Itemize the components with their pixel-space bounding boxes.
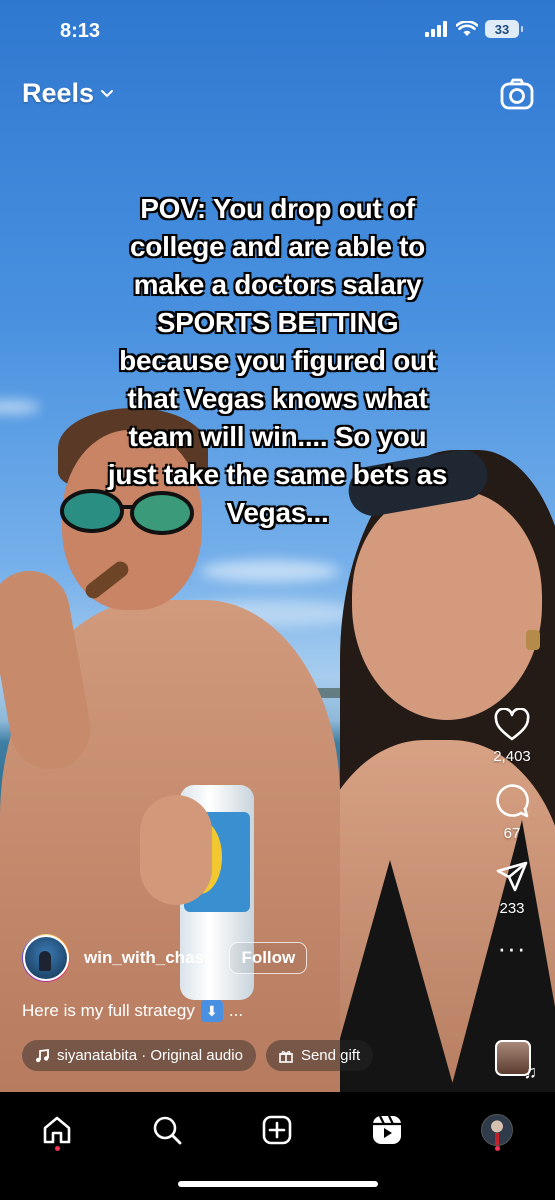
comment-count: 67: [503, 825, 521, 842]
gift-label: Send gift: [300, 1047, 361, 1064]
comment-icon: [496, 784, 529, 818]
like-count: 2,403: [493, 748, 531, 765]
home-indicator: [178, 1181, 378, 1187]
share-button[interactable]: 233: [495, 860, 529, 917]
post-caption[interactable]: Here is my full strategy ⬇ ...: [22, 1000, 243, 1022]
audio-label: siyanatabita · Original audio: [57, 1047, 243, 1064]
more-options-icon[interactable]: ···: [498, 935, 527, 961]
battery-icon: 33: [485, 20, 523, 38]
cellular-signal-icon: [425, 21, 447, 37]
status-icons: 33: [425, 20, 523, 38]
search-icon: [153, 1116, 182, 1145]
reels-feed-selector[interactable]: Reels: [22, 78, 114, 109]
heart-icon: [494, 708, 530, 741]
video-caption-overlay: POV: You drop out of college and are abl…: [107, 193, 448, 528]
send-icon: [496, 861, 528, 892]
nav-profile-notification-dot: [495, 1146, 500, 1151]
caption-ellipsis: ...: [228, 1001, 244, 1020]
gift-icon: [279, 1050, 293, 1063]
author-row: win_with_chase Follow: [22, 934, 308, 982]
author-avatar-story-ring[interactable]: [22, 934, 70, 982]
avatar: [23, 935, 69, 981]
down-arrow-emoji-icon: ⬇: [200, 1000, 223, 1022]
reel-video[interactable]: [0, 0, 555, 1092]
home-icon: [43, 1116, 71, 1144]
send-gift-pill[interactable]: Send gift: [265, 1040, 374, 1071]
nav-home-notification-dot: [55, 1146, 60, 1151]
action-rail: 2,403 67 233 ···: [487, 708, 537, 961]
nav-create[interactable]: [255, 1108, 299, 1152]
music-note-icon: ♫: [523, 1062, 538, 1082]
meta-pills: siyanatabita · Original audio Send gift: [22, 1040, 374, 1071]
page-title: Reels: [22, 78, 95, 108]
hand: [140, 795, 212, 905]
author-username[interactable]: win_with_chase: [84, 948, 213, 968]
comment-button[interactable]: 67: [494, 783, 530, 842]
reels-header: Reels: [0, 74, 555, 118]
nav-search[interactable]: [145, 1108, 189, 1152]
chevron-down-icon: [101, 89, 114, 97]
music-note-icon: [36, 1048, 49, 1062]
status-time: 8:13: [60, 20, 101, 42]
post-caption-text: Here is my full strategy: [22, 1001, 195, 1020]
wifi-icon: [456, 21, 478, 36]
earring: [526, 630, 540, 650]
battery-level: 33: [494, 21, 510, 37]
follow-button[interactable]: Follow: [229, 942, 308, 974]
like-button[interactable]: 2,403: [493, 708, 531, 765]
audio-pill[interactable]: siyanatabita · Original audio: [22, 1040, 256, 1071]
cloud: [200, 560, 340, 582]
nav-reels[interactable]: [365, 1108, 409, 1152]
camera-icon[interactable]: [499, 76, 535, 112]
status-bar: 8:13 33: [0, 16, 555, 48]
share-count: 233: [499, 900, 525, 917]
cloud: [0, 400, 40, 414]
reels-icon: [373, 1115, 401, 1144]
profile-avatar: [481, 1114, 513, 1146]
plus-square-icon: [262, 1115, 292, 1145]
